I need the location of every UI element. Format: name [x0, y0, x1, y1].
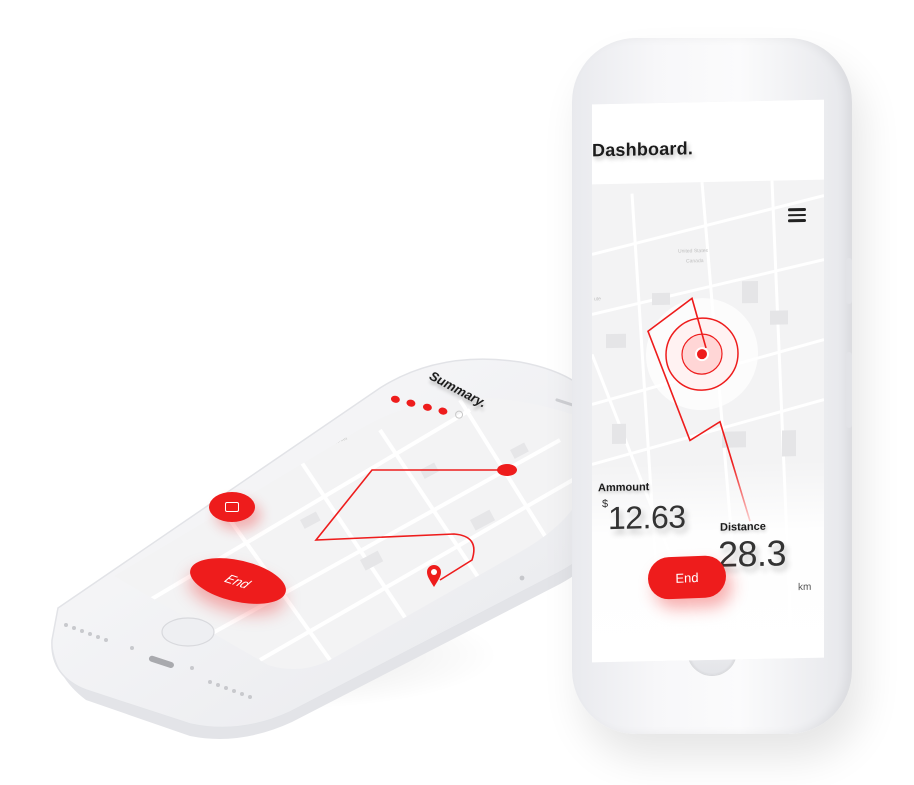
svg-text:Canada: Canada: [686, 258, 704, 264]
progress-dot-empty: [454, 409, 464, 420]
distance-unit: km: [798, 581, 812, 594]
side-button: [846, 258, 852, 304]
dashboard-title: Dashboard.: [592, 138, 694, 161]
location-target-icon: [695, 347, 709, 362]
side-button: [846, 352, 852, 428]
progress-dot-filled: [422, 402, 433, 412]
chat-icon: [225, 502, 239, 512]
progress-dot-filled: [406, 398, 417, 408]
chat-button[interactable]: [209, 492, 255, 522]
end-button-right[interactable]: End: [647, 554, 727, 600]
device-mockup-scene: Gladstone Street: [0, 0, 914, 785]
hamburger-menu-icon[interactable]: [788, 207, 806, 224]
amount-label: Ammount: [598, 481, 650, 495]
svg-text:ute: ute: [594, 296, 601, 302]
progress-dot-filled: [438, 406, 449, 416]
distance-value: 28.3: [718, 532, 787, 575]
left-home-button: [161, 617, 215, 647]
distance-label: Distance: [720, 520, 766, 534]
svg-text:United States: United States: [678, 248, 709, 255]
amount-value: 12.63: [608, 498, 686, 537]
map-pin-icon: [427, 565, 441, 587]
route-start-dot: [497, 464, 517, 476]
dashboard-screen: United States Canada ute Dashboard. Ammo…: [592, 99, 824, 663]
progress-dot-filled: [390, 394, 401, 404]
